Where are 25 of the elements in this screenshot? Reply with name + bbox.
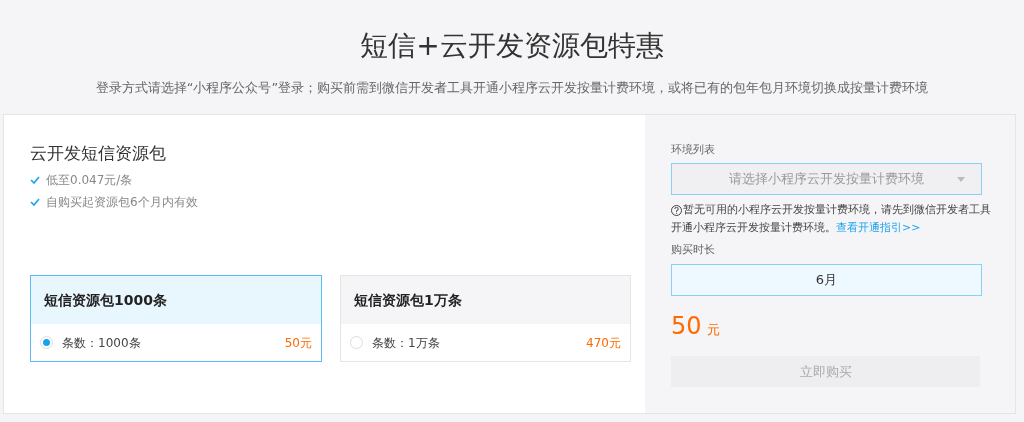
- radio-button[interactable]: [40, 336, 53, 349]
- package-count: 条数：1万条: [372, 334, 441, 352]
- feature-text: 自购买起资源包6个月内有效: [46, 194, 198, 211]
- help-icon: [671, 205, 682, 216]
- package-count: 条数：1000条: [62, 334, 142, 352]
- check-icon: [30, 176, 40, 184]
- page-title: 短信+云开发资源包特惠: [360, 28, 664, 64]
- package-name: 短信资源包1000条: [44, 290, 167, 310]
- field-label: 环境列表: [671, 142, 716, 158]
- caret-icon: [957, 176, 965, 182]
- package-price: 50元: [284, 334, 312, 352]
- package-card[interactable]: 短信资源包1000条 条数：1000条 50元: [30, 275, 322, 362]
- package-card[interactable]: 短信资源包1万条 条数：1万条 470元: [340, 275, 631, 362]
- check-icon: [30, 198, 40, 206]
- duration-field[interactable]: 6月: [671, 264, 982, 296]
- package-name: 短信资源包1万条: [354, 290, 462, 310]
- hint-text: 暂无可用的小程序云开发按量计费环境，请先到微信开发者工具开通小程序云开发按量计费环境。查看开通指引>>: [671, 202, 991, 236]
- package-price: 470元: [586, 334, 621, 352]
- feature-text: 低至0.047元/条: [46, 172, 133, 189]
- price-unit: 元: [706, 321, 720, 339]
- page-subtitle: 登录方式请选择“小程序公众号”登录；购买前需到微信开发者工具开通小程序云开发按量计费环境，或将已有的包年包月环境切换成按量计费环境: [95, 79, 929, 97]
- product-title: 云开发短信资源包: [30, 142, 167, 165]
- field-label: 购买时长: [671, 242, 716, 258]
- radio-button[interactable]: [350, 336, 363, 349]
- total-price: 50: [671, 311, 702, 342]
